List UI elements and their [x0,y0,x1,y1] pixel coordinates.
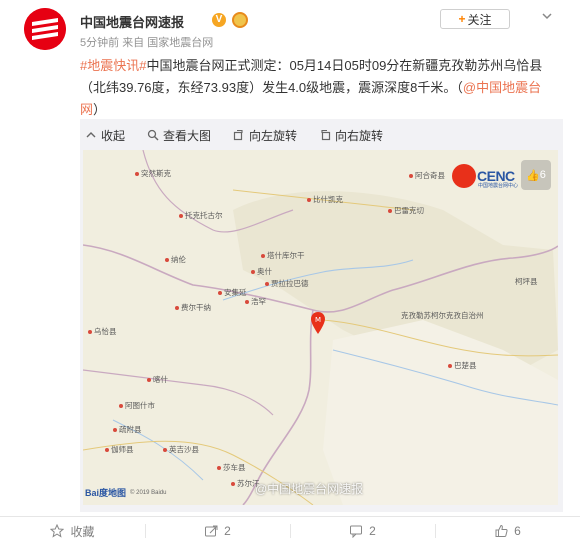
rotate-left-button[interactable]: 向左旋转 [233,127,297,144]
comment-button[interactable]: 2 [290,518,435,544]
rotate-left-icon [233,129,243,141]
thumbs-up-icon [495,524,508,537]
repost-icon [205,525,218,537]
author-name[interactable]: 中国地震台网速报 [80,12,184,31]
follow-button[interactable]: + 关注 [440,9,510,29]
image-like-overlay[interactable]: 👍 6 [521,160,551,190]
view-large-label: 查看大图 [163,128,212,143]
map-label: 疏附县 [113,424,142,435]
favorite-label: 收藏 [70,524,95,539]
earthquake-map-image[interactable]: 阿合奇县 突然斯克 比什凯克 巴雷克切 托克托古尔 纳伦 塔什库尔干 奥什 贾拉… [83,150,558,505]
collapse-icon [86,132,96,138]
map-label: 奥什 [251,266,272,277]
map-label: 浩罕 [245,296,266,307]
svg-text:M: M [315,316,321,324]
map-label: 费尔干纳 [175,302,211,313]
image-watermark: @中国地震台网速报 [255,482,364,496]
rotate-right-icon [321,129,331,141]
map-copyright: © 2019 Baidu [130,489,167,496]
plus-icon: + [458,12,466,26]
map-label: 巴楚县 [448,360,477,371]
like-button[interactable]: 6 [435,518,580,544]
repost-button[interactable]: 2 [145,518,290,544]
baidu-map-logo: Bai度地图 © 2019 Baidu [85,486,166,499]
post-body-end: ） [93,102,107,117]
rotate-right-label: 向右旋转 [335,128,384,143]
medal-icon [232,12,248,28]
map-label: 安集延 [218,287,247,298]
baidu-logo-text: Bai度地图 [85,488,127,498]
map-label: 塔什库尔干 [261,250,305,261]
map-label: 伽师县 [105,444,134,455]
collapse-label: 收起 [101,128,126,143]
action-bar: 收藏 2 2 6 [0,518,580,544]
map-label: 莎车县 [217,462,246,473]
collapse-button[interactable]: 收起 [85,127,125,144]
magnifier-icon [147,129,159,141]
cenc-logo-subtitle: 中国地震台网中心 [478,183,519,189]
thumbs-up-icon: 👍 [526,169,540,182]
map-label: 贾拉拉巴德 [265,278,309,289]
map-label: 柯坪县 [515,277,538,286]
map-label: 比什凯克 [307,194,343,205]
chevron-down-icon[interactable] [540,9,554,23]
post-text: #地震快讯#中国地震台网正式测定：05月14日05时09分在新疆克孜勒苏州乌恰县… [80,55,565,121]
map-label: 乌恰县 [88,326,117,337]
map-label: 阿合奇县 [409,170,445,181]
cenc-logo-icon [452,164,476,188]
comment-icon [350,525,363,538]
hashtag-link[interactable]: #地震快讯# [80,58,146,73]
map-label: 托克托古尔 [179,210,223,221]
view-large-button[interactable]: 查看大图 [147,127,211,144]
footer-divider [0,516,580,517]
map-label: 喀什 [147,374,168,385]
follow-label: 关注 [467,12,492,27]
map-label: 阿图什市 [119,400,155,411]
map-label: 巴雷克切 [388,205,424,216]
verified-badge-icon: V [212,13,226,27]
map-label: 突然斯克 [135,168,171,179]
image-like-count: 6 [539,169,546,181]
map-label: 克孜勒苏柯尔克孜自治州 [401,311,484,320]
map-label: 英吉沙县 [163,444,199,455]
post-time[interactable]: 5分钟前 [80,37,119,49]
like-count: 6 [514,524,521,538]
epicenter-marker-icon: M [311,312,325,334]
rotate-left-label: 向左旋转 [249,128,298,143]
comment-count: 2 [369,524,376,538]
favorite-button[interactable]: 收藏 [0,518,145,544]
rotate-right-button[interactable]: 向右旋转 [319,127,383,144]
repost-count: 2 [224,524,231,538]
author-avatar[interactable] [24,8,66,50]
image-toolbar: 收起 查看大图 向左旋转 向右旋转 [85,126,405,144]
star-icon [50,524,65,538]
post-source: 来自 国家地震台网 [122,37,214,49]
post-meta: 5分钟前 来自 国家地震台网 [80,34,213,50]
map-label: 纳伦 [165,254,186,265]
